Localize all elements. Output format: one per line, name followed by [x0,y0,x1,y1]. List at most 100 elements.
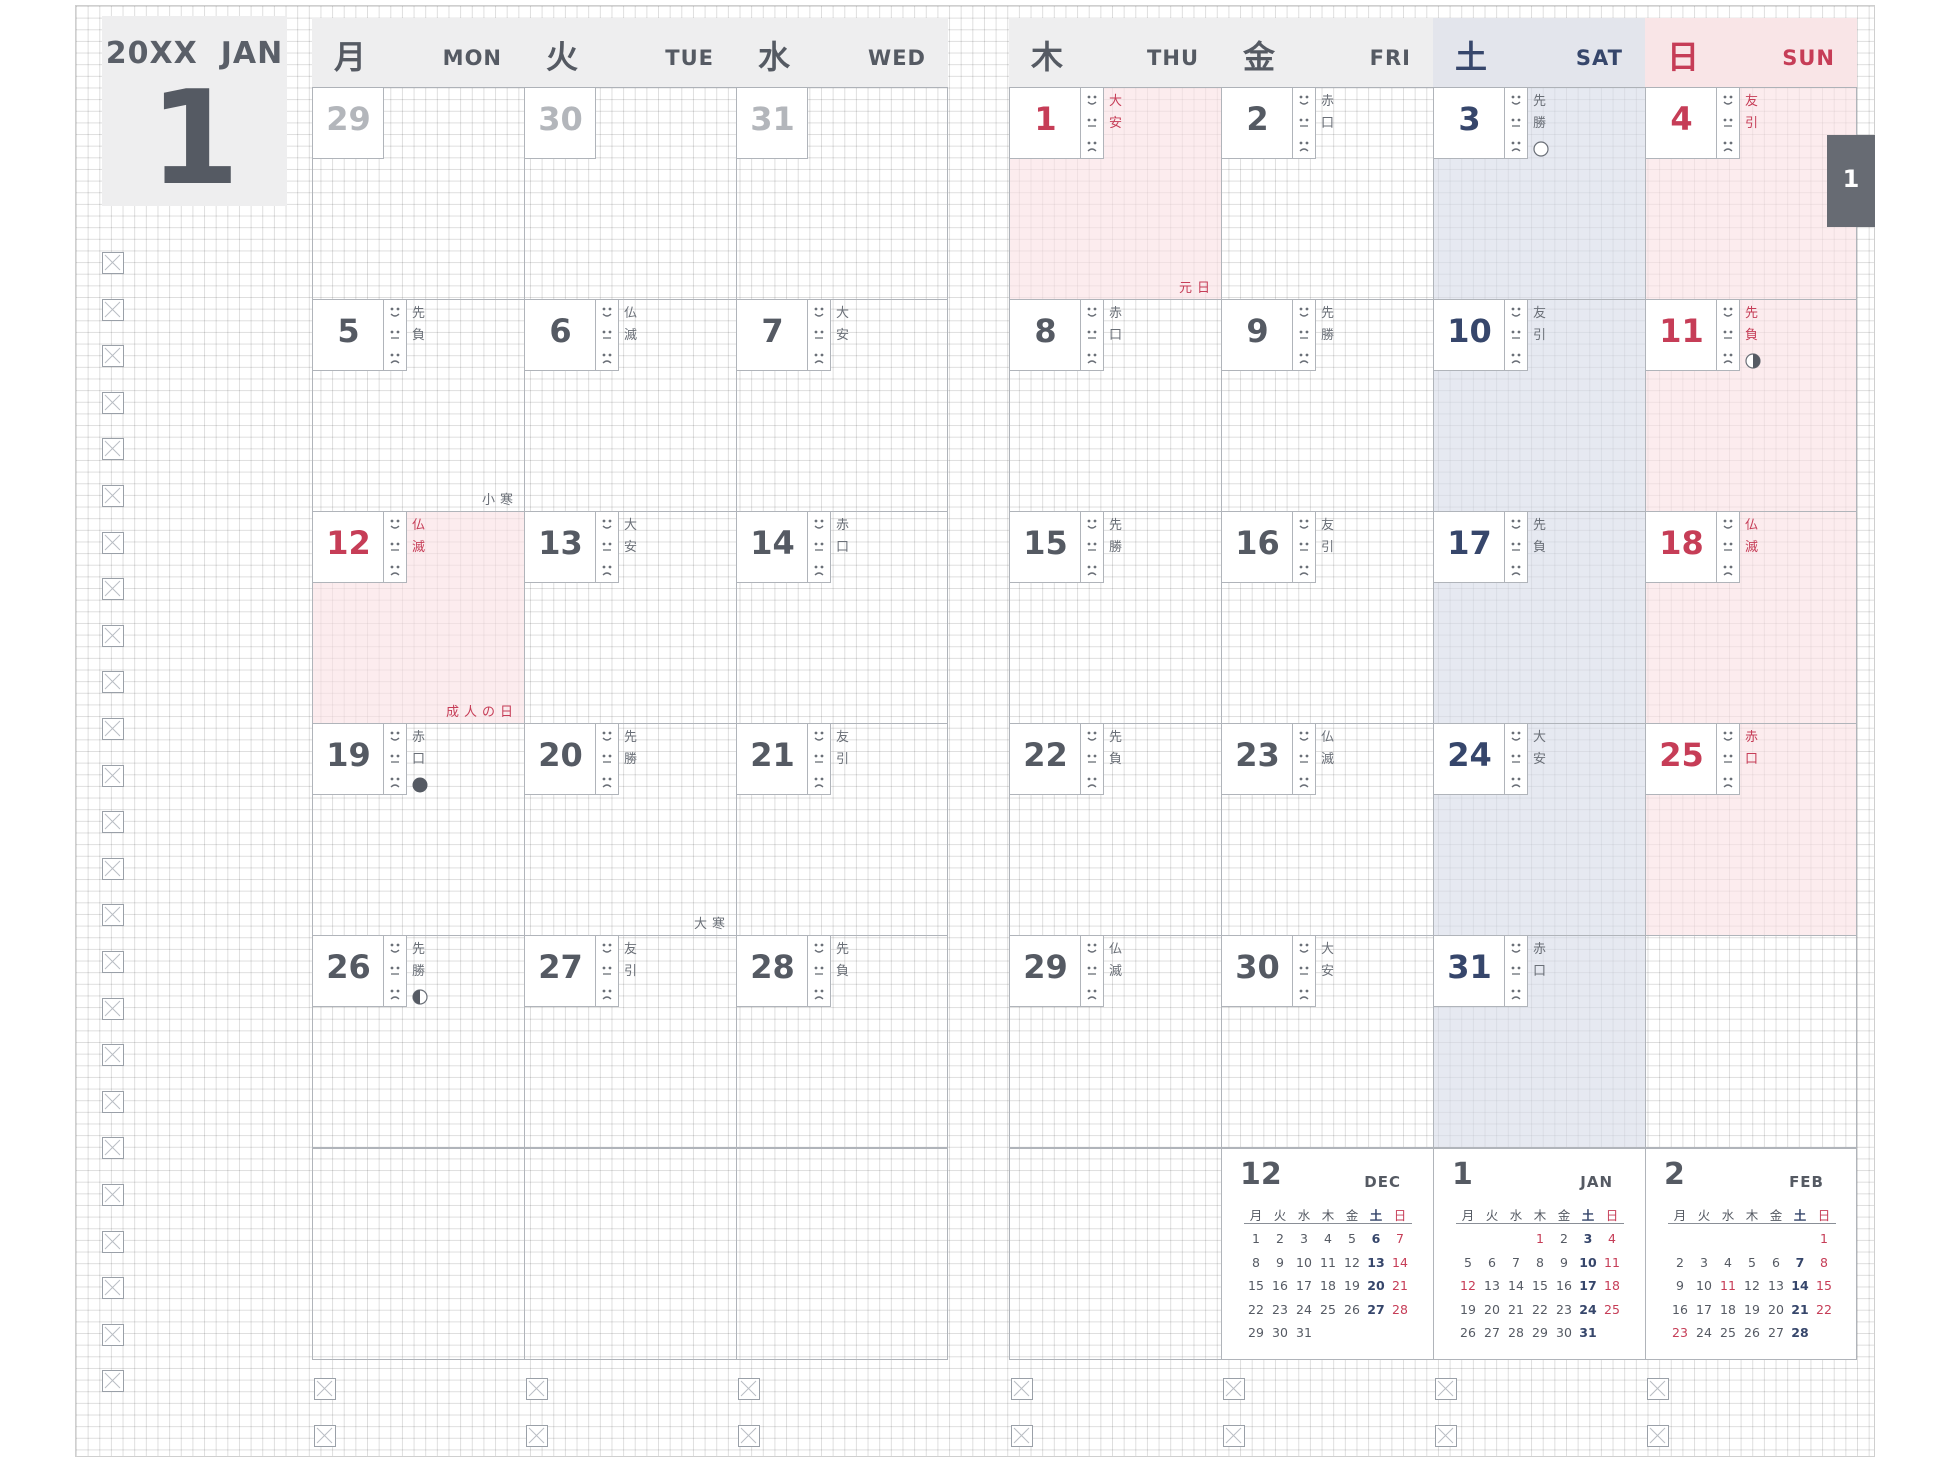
task-checkbox[interactable] [102,345,124,368]
mood-tracker[interactable] [596,724,619,795]
memo-cell[interactable] [1009,1148,1221,1360]
day-cell[interactable]: 23 仏滅 [1221,724,1433,936]
mood-tracker[interactable] [1505,936,1528,1007]
day-cell[interactable]: 4 友引 [1645,88,1857,300]
memo-checkbox[interactable] [1435,1425,1457,1447]
mood-tracker[interactable] [1081,88,1104,159]
mood-tracker[interactable] [808,512,831,583]
memo-checkbox[interactable] [1647,1378,1669,1400]
memo-checkbox[interactable] [526,1378,548,1400]
mood-tracker[interactable] [1293,724,1316,795]
task-checkbox[interactable] [102,624,124,647]
day-cell[interactable]: 9 先勝 [1221,300,1433,512]
task-checkbox[interactable] [102,1370,124,1393]
task-checkbox[interactable] [102,298,124,321]
day-cell[interactable]: 30 大安 [1221,936,1433,1148]
day-cell[interactable]: 15 先勝 [1009,512,1221,724]
task-checkbox[interactable] [102,531,124,554]
mood-tracker[interactable] [1081,936,1104,1007]
mood-tracker[interactable] [808,724,831,795]
day-cell[interactable]: 30 [524,88,736,300]
mood-tracker[interactable] [1081,512,1104,583]
mood-tracker[interactable] [384,724,407,795]
day-cell[interactable]: 28 先負 [736,936,948,1148]
day-cell[interactable]: 12 仏滅 成人の日 [312,512,524,724]
mood-tracker[interactable] [596,300,619,371]
mood-tracker[interactable] [1081,300,1104,371]
day-cell[interactable]: 31 [736,88,948,300]
day-cell[interactable]: 25 赤口 [1645,724,1857,936]
memo-checkbox[interactable] [1011,1425,1033,1447]
day-cell[interactable]: 14 赤口 [736,512,948,724]
day-cell[interactable]: 29 [312,88,524,300]
task-checkbox[interactable] [102,438,124,461]
day-cell[interactable]: 13 大安 [524,512,736,724]
month-index-tab[interactable]: 1 [1827,135,1875,227]
mood-tracker[interactable] [1293,512,1316,583]
day-cell[interactable]: 5 先負 小寒 [312,300,524,512]
mood-tracker[interactable] [1293,936,1316,1007]
mood-tracker[interactable] [1717,300,1740,371]
day-cell[interactable] [1645,936,1857,1148]
day-cell[interactable]: 24 大安 [1433,724,1645,936]
task-checkbox[interactable] [102,811,124,834]
mood-tracker[interactable] [808,300,831,371]
task-checkbox[interactable] [102,252,124,274]
day-cell[interactable]: 11 先負 [1645,300,1857,512]
day-cell[interactable]: 29 仏滅 [1009,936,1221,1148]
memo-checkbox[interactable] [1223,1425,1245,1447]
memo-checkbox[interactable] [1223,1378,1245,1400]
memo-checkbox[interactable] [1011,1378,1033,1400]
mood-tracker[interactable] [384,300,407,371]
day-cell[interactable]: 19 赤口 [312,724,524,936]
mood-tracker[interactable] [1293,300,1316,371]
task-checkbox[interactable] [102,764,124,787]
day-cell[interactable]: 17 先負 [1433,512,1645,724]
memo-cell[interactable] [524,1148,736,1360]
memo-cell[interactable] [312,1148,524,1360]
mood-tracker[interactable] [1505,512,1528,583]
day-cell[interactable]: 26 先勝 [312,936,524,1148]
mood-tracker[interactable] [1505,724,1528,795]
mood-tracker[interactable] [1717,88,1740,159]
task-checkbox[interactable] [102,951,124,973]
task-checkbox[interactable] [102,904,124,927]
day-cell[interactable]: 20 先勝 大寒 [524,724,736,936]
mood-tracker[interactable] [1081,724,1104,795]
mood-tracker[interactable] [1293,88,1316,159]
mood-tracker[interactable] [1505,300,1528,371]
mood-tracker[interactable] [596,936,619,1007]
task-checkbox[interactable] [102,1184,124,1206]
mood-tracker[interactable] [384,936,407,1007]
mood-tracker[interactable] [1505,88,1528,159]
task-checkbox[interactable] [102,1277,124,1300]
task-checkbox[interactable] [102,718,124,740]
task-checkbox[interactable] [102,671,124,694]
mood-tracker[interactable] [1717,512,1740,583]
day-cell[interactable]: 18 仏滅 [1645,512,1857,724]
task-checkbox[interactable] [102,1044,124,1067]
day-cell[interactable]: 16 友引 [1221,512,1433,724]
mood-tracker[interactable] [1717,724,1740,795]
memo-checkbox[interactable] [314,1378,336,1400]
task-checkbox[interactable] [102,485,124,507]
task-checkbox[interactable] [102,391,124,414]
memo-checkbox[interactable] [526,1425,548,1447]
mood-tracker[interactable] [596,512,619,583]
memo-cell[interactable] [736,1148,948,1360]
task-checkbox[interactable] [102,1137,124,1160]
memo-checkbox[interactable] [738,1378,760,1400]
day-cell[interactable]: 22 先負 [1009,724,1221,936]
task-checkbox[interactable] [102,578,124,601]
day-cell[interactable]: 3 先勝 [1433,88,1645,300]
day-cell[interactable]: 6 仏滅 [524,300,736,512]
task-checkbox[interactable] [102,1230,124,1253]
task-checkbox[interactable] [102,997,124,1020]
day-cell[interactable]: 2 赤口 [1221,88,1433,300]
day-cell[interactable]: 21 友引 [736,724,948,936]
memo-checkbox[interactable] [1435,1378,1457,1400]
memo-checkbox[interactable] [314,1425,336,1447]
day-cell[interactable]: 7 大安 [736,300,948,512]
task-checkbox[interactable] [102,1323,124,1346]
mood-tracker[interactable] [808,936,831,1007]
